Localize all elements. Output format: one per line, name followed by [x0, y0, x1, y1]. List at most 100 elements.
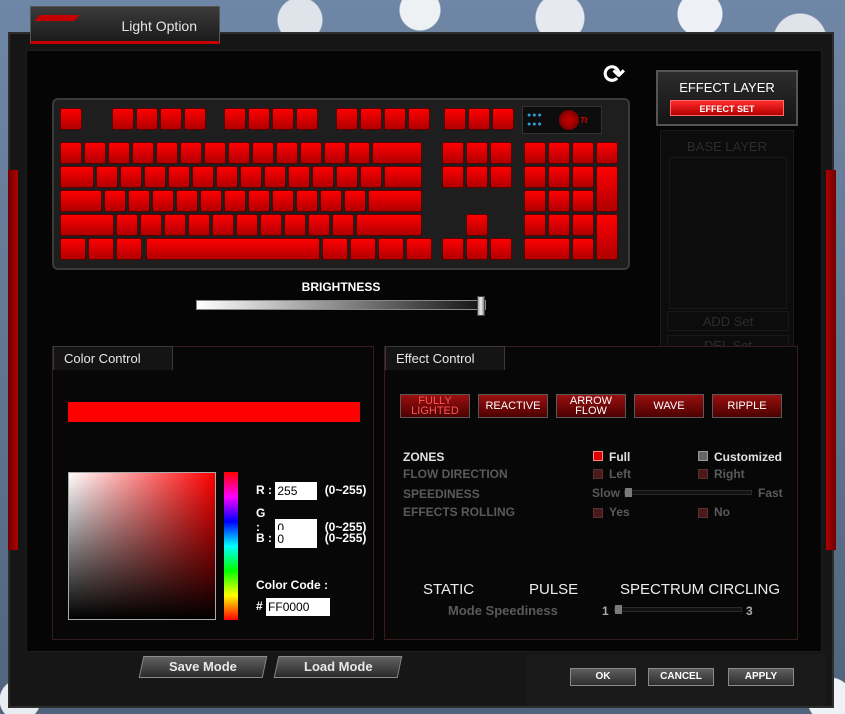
keyboard-key[interactable] [84, 142, 106, 164]
keyboard-key[interactable] [524, 214, 546, 236]
keyboard-key[interactable] [300, 142, 322, 164]
keyboard-key[interactable] [466, 238, 488, 260]
keyboard-key[interactable] [216, 166, 238, 188]
keyboard-key[interactable] [60, 142, 82, 164]
keyboard-key[interactable] [248, 108, 270, 130]
keyboard-key[interactable] [442, 238, 464, 260]
keyboard-key[interactable] [356, 214, 422, 236]
keyboard-key[interactable] [368, 190, 422, 212]
keyboard-key[interactable] [224, 108, 246, 130]
brightness-slider-thumb[interactable] [477, 296, 485, 316]
keyboard-key[interactable] [60, 108, 82, 130]
keyboard-key[interactable] [596, 214, 618, 260]
color-picker-square[interactable] [68, 472, 216, 620]
keyboard-key[interactable] [180, 142, 202, 164]
keyboard-key[interactable] [60, 214, 114, 236]
keyboard-key[interactable] [160, 108, 182, 130]
keyboard-key[interactable] [60, 166, 94, 188]
flow-right-checkbox[interactable] [698, 469, 708, 479]
keyboard-key[interactable] [572, 166, 594, 188]
keyboard-key[interactable] [264, 166, 286, 188]
apply-button[interactable]: APPLY [728, 668, 794, 686]
keyboard-key[interactable] [490, 142, 512, 164]
keyboard-key[interactable] [466, 214, 488, 236]
keyboard-key[interactable] [156, 142, 178, 164]
arrow-flow-button[interactable]: ARROW FLOW [556, 394, 626, 418]
effect-set-button[interactable]: EFFECT SET [670, 100, 784, 116]
zones-customized-checkbox[interactable] [698, 451, 708, 461]
hue-slider[interactable] [224, 472, 238, 620]
keyboard-key[interactable] [252, 142, 274, 164]
keyboard-key[interactable] [442, 142, 464, 164]
refresh-icon[interactable]: ⟳ [600, 60, 628, 88]
static-checkbox[interactable] [404, 583, 416, 595]
keyboard-key[interactable] [548, 166, 570, 188]
keyboard-key[interactable] [344, 190, 366, 212]
keyboard-key[interactable] [108, 142, 130, 164]
keyboard-key[interactable] [466, 142, 488, 164]
keyboard-key[interactable] [596, 166, 618, 212]
rolling-no-checkbox[interactable] [698, 508, 708, 518]
keyboard-key[interactable] [284, 214, 306, 236]
keyboard-key[interactable] [184, 108, 206, 130]
keyboard-key[interactable] [406, 238, 432, 260]
keyboard-key[interactable] [296, 108, 318, 130]
keyboard-key[interactable] [260, 214, 282, 236]
keyboard-key[interactable] [350, 238, 376, 260]
blue-input[interactable]: 0 [275, 530, 318, 548]
keyboard-key[interactable] [296, 190, 318, 212]
keyboard-key[interactable] [322, 238, 348, 260]
keyboard-key[interactable] [348, 142, 370, 164]
zones-full-checkbox[interactable] [593, 451, 603, 461]
keyboard-key[interactable] [272, 190, 294, 212]
keyboard-key[interactable] [524, 238, 570, 260]
keyboard-key[interactable] [272, 108, 294, 130]
keyboard-key[interactable] [96, 166, 118, 188]
rolling-yes-checkbox[interactable] [593, 508, 603, 518]
keyboard-key[interactable] [152, 190, 174, 212]
keyboard-key[interactable] [120, 166, 142, 188]
ok-button[interactable]: OK [570, 668, 636, 686]
color-code-input[interactable]: FF0000 [266, 598, 331, 616]
keyboard-key[interactable] [228, 142, 250, 164]
keyboard-key[interactable] [524, 142, 546, 164]
keyboard-key[interactable] [360, 108, 382, 130]
keyboard-key[interactable] [490, 166, 512, 188]
keyboard-key[interactable] [144, 166, 166, 188]
keyboard-key[interactable] [442, 166, 464, 188]
keyboard-key[interactable] [88, 238, 114, 260]
keyboard-key[interactable] [324, 142, 346, 164]
keyboard-key[interactable] [548, 190, 570, 212]
keyboard-key[interactable] [136, 108, 158, 130]
keyboard-key[interactable] [146, 238, 320, 260]
keyboard-key[interactable] [524, 166, 546, 188]
keyboard-key[interactable] [524, 190, 546, 212]
keyboard-key[interactable] [444, 108, 466, 130]
keyboard-key[interactable] [192, 166, 214, 188]
keyboard-key[interactable] [212, 214, 234, 236]
keyboard-key[interactable] [378, 238, 404, 260]
keyboard-key[interactable] [360, 166, 382, 188]
load-mode-button[interactable]: Load Mode [273, 656, 403, 678]
keyboard-key[interactable] [572, 142, 594, 164]
keyboard-key[interactable] [224, 190, 246, 212]
reactive-button[interactable]: REACTIVE [478, 394, 548, 418]
keyboard-key[interactable] [490, 238, 512, 260]
keyboard-key[interactable] [308, 214, 330, 236]
keyboard-key[interactable] [572, 190, 594, 212]
fully-lighted-button[interactable]: FULLY LIGHTED [400, 394, 470, 418]
speediness-slider-thumb[interactable] [625, 488, 632, 497]
keyboard-key[interactable] [596, 142, 618, 164]
keyboard-key[interactable] [140, 214, 162, 236]
keyboard-key[interactable] [60, 190, 102, 212]
keyboard-key[interactable] [384, 166, 422, 188]
keyboard-key[interactable] [288, 166, 310, 188]
cancel-button[interactable]: CANCEL [648, 668, 714, 686]
keyboard-key[interactable] [408, 108, 430, 130]
keyboard-key[interactable] [548, 142, 570, 164]
keyboard-key[interactable] [164, 214, 186, 236]
base-layer-list[interactable] [669, 157, 787, 309]
keyboard-key[interactable] [188, 214, 210, 236]
wave-button[interactable]: WAVE [634, 394, 704, 418]
brightness-slider[interactable] [196, 296, 486, 316]
